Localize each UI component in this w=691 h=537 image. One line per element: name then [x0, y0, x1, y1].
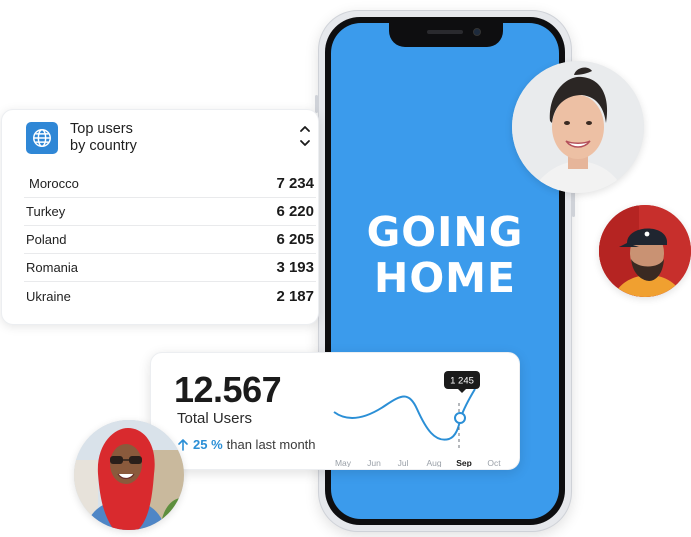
phone-side-button	[315, 95, 318, 113]
camera-icon	[473, 28, 481, 36]
total-users-label: Total Users	[177, 410, 253, 427]
country-name: Romania	[26, 260, 79, 275]
stage: GOING HOME Top users by country Morocco …	[0, 0, 691, 537]
x-tick-label: Aug	[426, 458, 441, 467]
country-name: Poland	[26, 232, 67, 247]
x-tick-label: Oct	[487, 458, 501, 467]
x-tick-label: Jul	[398, 458, 409, 467]
country-name: Ukraine	[26, 288, 71, 304]
man-with-cap-avatar	[599, 205, 691, 297]
country-name: Turkey	[26, 204, 66, 219]
tooltip-value: 1 245	[450, 376, 474, 387]
growth-indicator: 25 % than last month	[177, 437, 316, 452]
woman-portrait	[512, 61, 644, 193]
woman-red-hijab-portrait	[74, 420, 184, 530]
top-users-card: Top users by country Morocco 7 234 Turke…	[1, 109, 319, 325]
man-with-cap-portrait	[599, 205, 691, 297]
total-users-card: 12.567 Total Users 25 % than last month …	[150, 352, 520, 470]
list-item: Morocco 7 234	[24, 170, 316, 198]
tooltip-pointer	[458, 389, 466, 393]
country-name: Morocco	[29, 176, 79, 191]
chevron-up-icon[interactable]	[298, 122, 312, 136]
users-trend-line	[333, 388, 476, 441]
top-users-title: Top users by country	[70, 121, 137, 154]
globe-icon	[26, 122, 58, 154]
country-list: Morocco 7 234 Turkey 6 220 Poland 6 205 …	[24, 170, 316, 310]
chevron-down-icon[interactable]	[298, 136, 312, 150]
user-count: 6 220	[276, 203, 314, 220]
user-count: 6 205	[276, 231, 314, 248]
screen-headline: GOING HOME	[366, 208, 524, 302]
woman-red-hijab-avatar	[74, 420, 184, 530]
phone-notch	[389, 23, 503, 47]
growth-caption: than last month	[226, 437, 316, 452]
list-item: Poland 6 205	[24, 226, 316, 254]
list-item: Turkey 6 220	[24, 198, 316, 226]
user-count: 2 187	[276, 287, 314, 305]
user-count: 7 234	[276, 175, 314, 192]
x-tick-label: Jun	[367, 458, 381, 467]
woman-portrait-avatar	[512, 61, 644, 193]
list-item: Romania 3 193	[24, 254, 316, 282]
highlight-point[interactable]	[454, 412, 466, 424]
arrow-up-icon	[178, 439, 188, 451]
speaker-icon	[427, 30, 463, 34]
list-item: Ukraine 2 187	[24, 282, 316, 310]
x-tick-label: Sep	[456, 458, 472, 467]
users-line-chart: 1 245 May Jun Jul Aug Sep Oct	[333, 371, 501, 467]
user-count: 3 193	[276, 259, 314, 276]
x-tick-label: May	[335, 458, 352, 467]
total-users-value: 12.567	[174, 369, 282, 410]
growth-percent: 25 %	[193, 437, 223, 452]
